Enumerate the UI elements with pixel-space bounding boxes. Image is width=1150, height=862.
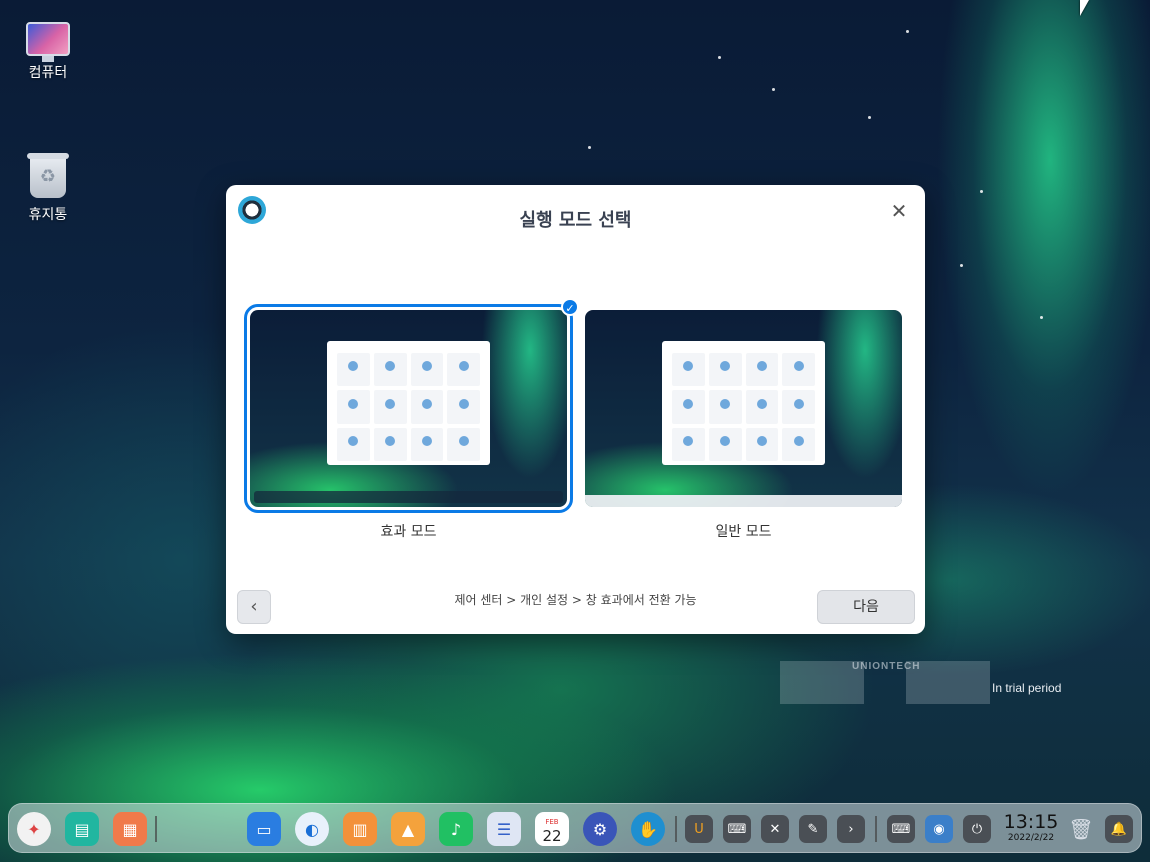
effect-mode-option[interactable]: ✓ 효과 모드 <box>244 298 579 541</box>
browser-icon[interactable]: ◐ <box>295 812 329 846</box>
keyboard-icon[interactable]: ⌨ <box>723 815 751 843</box>
chevron-right-icon[interactable]: › <box>837 815 865 843</box>
mouse-cursor-icon <box>1080 0 1089 16</box>
dock-separator <box>155 816 157 842</box>
dock-separator <box>875 816 877 842</box>
mute-icon[interactable]: ✕ <box>761 815 789 843</box>
dock-separator <box>675 816 677 842</box>
clock-date: 2022/2/22 <box>1007 833 1055 843</box>
launcher-icon[interactable]: ✦ <box>17 812 51 846</box>
notification-icon[interactable]: 🔔 <box>1105 815 1133 843</box>
effect-mode-label: 효과 모드 <box>380 524 437 540</box>
file-manager-icon[interactable]: ▭ <box>247 812 281 846</box>
desktop-trash[interactable]: 휴지통 <box>0 153 96 224</box>
clock-time: 13:15 <box>1003 811 1059 833</box>
pen-icon[interactable]: ✎ <box>799 815 827 843</box>
u-app-icon[interactable]: U <box>685 815 713 843</box>
preview-dock <box>254 491 563 503</box>
preview-window <box>662 341 825 465</box>
power-icon[interactable]: ⏻ <box>963 815 991 843</box>
network-icon[interactable]: ◉ <box>925 815 953 843</box>
app-store-icon[interactable]: ▦ <box>113 812 147 846</box>
desktop-trash-label: 휴지통 <box>28 207 68 223</box>
chevron-left-icon: ‹ <box>250 596 258 617</box>
handshake-icon[interactable]: ✋ <box>631 812 665 846</box>
photos-icon[interactable]: ▲ <box>391 812 425 846</box>
input-method-icon[interactable]: ⌨ <box>887 815 915 843</box>
checkmark-icon: ✓ <box>561 298 579 316</box>
computer-icon <box>26 22 70 62</box>
contacts-icon[interactable]: ☰ <box>487 812 521 846</box>
preview-window <box>327 341 490 465</box>
multitasking-icon[interactable]: ▤ <box>65 812 99 846</box>
run-mode-dialog: 실행 모드 선택 ✕ ✓ 효과 모드 일반 모드 제어 센터 > 개인 설정 >… <box>226 185 925 634</box>
shopping-bag-icon[interactable]: ▥ <box>343 812 377 846</box>
normal-mode-preview <box>585 310 902 507</box>
trial-period-text: In trial period <box>992 681 1062 695</box>
normal-mode-option[interactable]: 일반 모드 <box>585 310 902 541</box>
clock[interactable]: 13:15 2022/2/22 <box>1003 812 1059 844</box>
trash-icon <box>27 153 69 198</box>
music-icon[interactable]: ♪ <box>439 812 473 846</box>
effect-mode-preview <box>244 304 573 513</box>
settings-icon[interactable]: ⚙ <box>583 812 617 846</box>
desktop-computer-label: 컴퓨터 <box>28 65 68 81</box>
preview-dock <box>585 495 902 507</box>
back-button[interactable]: ‹ <box>237 590 271 624</box>
next-button[interactable]: 다음 <box>817 590 915 624</box>
watermark-brand: UNIONTECH <box>852 661 921 672</box>
desktop-computer[interactable]: 컴퓨터 <box>0 22 96 82</box>
calendar-icon[interactable]: FEB 22 <box>535 812 569 846</box>
normal-mode-label: 일반 모드 <box>715 524 772 540</box>
close-icon[interactable]: ✕ <box>889 201 909 221</box>
taskbar-dock: ✦ ▤ ▦ ▭ ◐ ▥ ▲ ♪ ☰ FEB 22 ⚙ ✋ U ⌨ ✕ ✎ › ⌨… <box>8 803 1142 853</box>
dialog-title: 실행 모드 선택 <box>519 210 632 231</box>
trash-icon[interactable]: 🗑 <box>1067 815 1095 843</box>
